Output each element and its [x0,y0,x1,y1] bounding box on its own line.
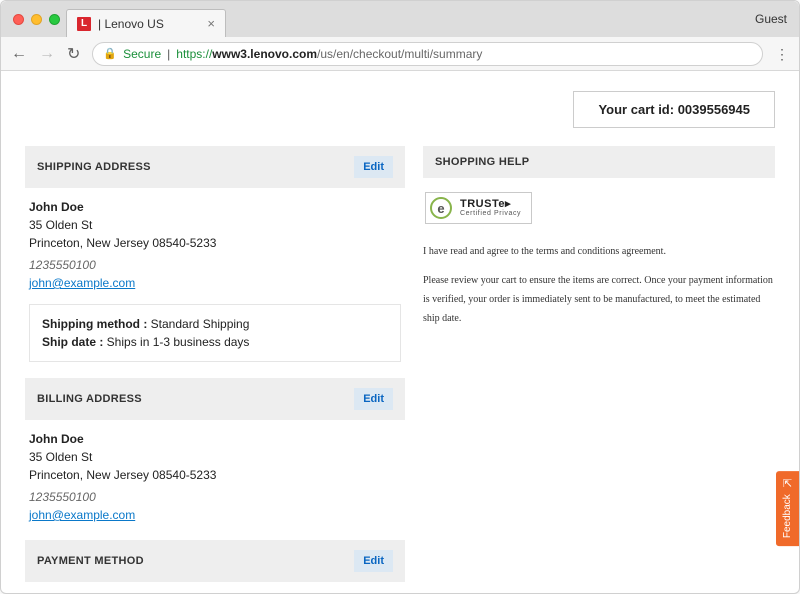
columns: SHIPPING ADDRESS Edit John Doe 35 Olden … [25,146,775,593]
reload-button[interactable]: ↻ [67,44,80,64]
billing-header: BILLING ADDRESS Edit [25,378,405,420]
url-scheme: https:// [176,47,212,61]
payment-method-panel: PAYMENT METHOD Edit Credit card type : V… [25,540,405,593]
secure-label: Secure [123,47,161,61]
shipping-address-panel: SHIPPING ADDRESS Edit John Doe 35 Olden … [25,146,405,362]
truste-sub: Certified Privacy [460,210,521,217]
payment-title: PAYMENT METHOD [37,555,144,567]
billing-line2: Princeton, New Jersey 08540-5233 [29,466,401,484]
ship-date-value: Ships in 1-3 business days [107,335,250,349]
browser-tab[interactable]: L | Lenovo US × [66,9,226,37]
shipping-email-link[interactable]: john@example.com [29,276,135,290]
billing-name: John Doe [29,430,401,448]
url-text: https://www3.lenovo.com/us/en/checkout/m… [176,47,482,61]
edit-payment-button[interactable]: Edit [354,550,393,572]
right-column: SHOPPING HELP e TRUSTe▸ Certified Privac… [423,146,775,593]
edit-billing-button[interactable]: Edit [354,388,393,410]
cart-id-bar: Your cart id: 0039556945 [25,91,775,128]
tab-strip: L | Lenovo US × Guest [1,1,799,37]
window-maximize-button[interactable] [49,14,60,25]
ship-date-label: Ship date : [42,335,107,349]
shopping-help-title: SHOPPING HELP [423,146,775,178]
lock-icon: 🔒 [103,47,117,60]
shipping-header: SHIPPING ADDRESS Edit [25,146,405,188]
browser-window: L | Lenovo US × Guest ← → ↻ 🔒 Secure | h… [0,0,800,594]
billing-email-link[interactable]: john@example.com [29,508,135,522]
profile-label[interactable]: Guest [755,12,787,26]
billing-body: John Doe 35 Olden St Princeton, New Jers… [25,420,405,524]
review-cart-text: Please review your cart to ensure the it… [423,271,775,328]
left-column: SHIPPING ADDRESS Edit John Doe 35 Olden … [25,146,405,593]
shipping-method-box: Shipping method : Standard Shipping Ship… [29,304,401,362]
shipping-phone: 1235550100 [29,256,401,274]
browser-menu-button[interactable]: ⋮ [775,52,789,56]
url-path: /us/en/checkout/multi/summary [317,47,482,61]
address-bar[interactable]: 🔒 Secure | https://www3.lenovo.com/us/en… [92,42,763,66]
payment-header: PAYMENT METHOD Edit [25,540,405,582]
page-viewport: Your cart id: 0039556945 SHIPPING ADDRES… [1,71,799,593]
shipping-line2: Princeton, New Jersey 08540-5233 [29,234,401,252]
feedback-label: Feedback [782,494,793,538]
feedback-icon: ⇱ [783,477,792,490]
window-close-button[interactable] [13,14,24,25]
shipping-body: John Doe 35 Olden St Princeton, New Jers… [25,188,405,362]
url-host: www3.lenovo.com [212,47,317,61]
shipping-method-label: Shipping method : [42,317,151,331]
shipping-line1: 35 Olden St [29,216,401,234]
truste-brand: TRUSTe▸ [460,199,521,210]
favicon-icon: L [77,17,91,31]
truste-icon: e [430,197,452,219]
window-minimize-button[interactable] [31,14,42,25]
truste-badge[interactable]: e TRUSTe▸ Certified Privacy [425,192,532,224]
url-separator: | [167,47,170,61]
billing-line1: 35 Olden St [29,448,401,466]
forward-button: → [39,45,55,63]
window-controls [9,1,66,37]
tab-close-button[interactable]: × [207,16,215,31]
help-text: I have read and agree to the terms and c… [423,242,775,328]
cart-id-box: Your cart id: 0039556945 [573,91,775,128]
billing-address-panel: BILLING ADDRESS Edit John Doe 35 Olden S… [25,378,405,524]
tab-title: | Lenovo US [98,17,164,31]
shipping-title: SHIPPING ADDRESS [37,161,151,173]
terms-agreement-text: I have read and agree to the terms and c… [423,242,775,261]
payment-body: Credit card type : Visa Credit card numb… [25,582,405,593]
shipping-name: John Doe [29,198,401,216]
billing-title: BILLING ADDRESS [37,393,142,405]
truste-text: TRUSTe▸ Certified Privacy [460,199,521,217]
shipping-method-value: Standard Shipping [151,317,250,331]
edit-shipping-button[interactable]: Edit [354,156,393,178]
cart-id-value: 0039556945 [678,102,750,117]
billing-phone: 1235550100 [29,488,401,506]
feedback-tab[interactable]: Feedback ⇱ [776,471,799,546]
cart-id-label: Your cart id: [598,102,677,117]
back-button[interactable]: ← [11,45,27,63]
checkout-summary-page: Your cart id: 0039556945 SHIPPING ADDRES… [1,71,799,593]
browser-toolbar: ← → ↻ 🔒 Secure | https://www3.lenovo.com… [1,37,799,71]
